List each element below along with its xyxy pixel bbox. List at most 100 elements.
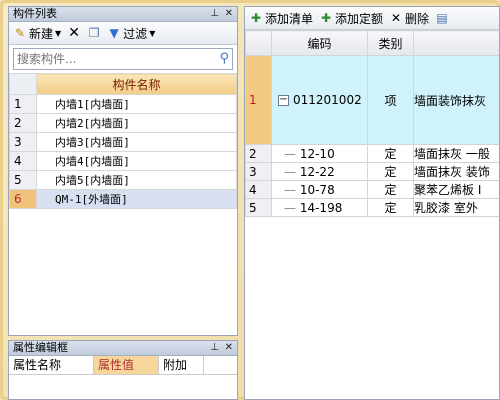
name-cell[interactable]: 乳胶漆 室外	[413, 198, 499, 217]
row-index: 6	[9, 189, 37, 209]
component-name-header[interactable]: 构件名称	[36, 73, 237, 95]
code-cell[interactable]: — 12-10	[271, 144, 368, 163]
property-columns: 属性名称 属性值 附加	[9, 356, 237, 375]
tree-line-icon: —	[284, 200, 296, 215]
table-row[interactable]: 2 内墙2[内墙面]	[9, 113, 237, 133]
code-text: 12-22	[299, 164, 335, 179]
row-index: 3	[9, 132, 37, 152]
tree-line-icon: —	[284, 182, 296, 197]
row-index: 1	[245, 55, 272, 145]
category-cell[interactable]: 定	[367, 144, 414, 163]
add-list-label: 添加清单	[265, 11, 314, 26]
row-index: 5	[9, 170, 37, 190]
component-name[interactable]: 内墙3[内墙面]	[36, 132, 237, 152]
code-text: 14-198	[299, 200, 343, 215]
items-panel: ✚ 添加清单 ✚ 添加定额 ✕ 删除 ▤ 编码 类别 1 −011201002 …	[244, 6, 500, 400]
row-index: 2	[9, 113, 37, 133]
component-name[interactable]: 内墙2[内墙面]	[36, 113, 237, 133]
table-row-selected[interactable]: 6 QM-1[外墙面]	[9, 189, 237, 209]
row-index: 2	[245, 144, 272, 163]
row-index: 4	[245, 180, 272, 199]
add-quota-button[interactable]: ✚ 添加定额	[319, 10, 383, 27]
search-icon[interactable]: ⚲	[219, 51, 229, 66]
tree-line-icon: —	[284, 164, 296, 179]
chevron-down-icon: ▼	[55, 28, 62, 38]
code-cell[interactable]: — 14-198	[271, 198, 368, 217]
add-list-icon: ✚	[250, 11, 262, 25]
category-header[interactable]: 类别	[367, 30, 414, 56]
category-cell[interactable]: 定	[367, 198, 414, 217]
row-index: 4	[9, 151, 37, 171]
component-toolbar: ✎ 新建 ▼ ✕ ❐ ▼ 过滤 ▼	[9, 22, 237, 45]
code-cell[interactable]: — 12-22	[271, 162, 368, 181]
delete-label: 删除	[405, 11, 430, 26]
name-cell[interactable]: 墙面抹灰 一般	[413, 144, 499, 163]
component-table: 构件名称 1 内墙1[内墙面] 2 内墙2[内墙面] 3 内墙3[内墙面] 4 …	[9, 73, 237, 209]
row-index: 1	[9, 94, 37, 114]
property-extra-header[interactable]: 附加	[159, 356, 204, 374]
table-row[interactable]: 3 内墙3[内墙面]	[9, 132, 237, 152]
name-cell[interactable]: 聚苯乙烯板 Ⅰ	[413, 180, 499, 199]
search-input[interactable]	[14, 49, 209, 69]
component-name[interactable]: QM-1[外墙面]	[36, 189, 237, 209]
property-panel-title: 属性编辑框	[13, 341, 68, 354]
table-row[interactable]: 1 内墙1[内墙面]	[9, 94, 237, 114]
new-icon: ✎	[14, 26, 26, 40]
add-quota-icon: ✚	[320, 11, 332, 25]
code-text: 12-10	[299, 146, 335, 161]
name-header[interactable]	[413, 30, 499, 56]
name-cell[interactable]: 墙面抹灰 装饰	[413, 162, 499, 181]
close-icon[interactable]: ✕	[225, 341, 233, 355]
table-row-selected[interactable]: 1 −011201002 项 墙面装饰抹灰	[245, 55, 499, 145]
property-editor-panel: 属性编辑框 ⊥ ✕ 属性名称 属性值 附加	[8, 340, 238, 400]
filter-button-label: 过滤	[123, 26, 148, 41]
table-row[interactable]: 3 — 12-22 定 墙面抹灰 装饰	[245, 162, 499, 181]
index-header	[245, 30, 272, 56]
code-cell[interactable]: −011201002	[271, 55, 368, 145]
filter-icon: ▼	[109, 26, 119, 40]
table-row[interactable]: 4 内墙4[内墙面]	[9, 151, 237, 171]
close-icon[interactable]: ✕	[225, 7, 233, 21]
table-row[interactable]: 4 — 10-78 定 聚苯乙烯板 Ⅰ	[245, 180, 499, 199]
add-quota-label: 添加定额	[335, 11, 384, 26]
component-panel-title: 构件列表	[13, 7, 57, 20]
pin-icon[interactable]: ⊥	[210, 341, 219, 355]
copy-icon[interactable]: ❐	[87, 26, 101, 40]
table-row[interactable]: 5 内墙5[内墙面]	[9, 170, 237, 190]
items-toolbar: ✚ 添加清单 ✚ 添加定额 ✕ 删除 ▤	[245, 7, 499, 30]
component-name[interactable]: 内墙5[内墙面]	[36, 170, 237, 190]
row-index: 5	[245, 198, 272, 217]
items-table: 编码 类别 1 −011201002 项 墙面装饰抹灰 2 — 12-10 定 …	[245, 30, 499, 217]
query-icon[interactable]: ▤	[435, 11, 449, 25]
property-value-header[interactable]: 属性值	[94, 356, 159, 374]
name-cell[interactable]: 墙面装饰抹灰	[413, 55, 499, 145]
component-list-panel: 构件列表 ⊥ ✕ ✎ 新建 ▼ ✕ ❐ ▼ 过滤 ▼ ⚲ 构件名称 1	[8, 6, 238, 336]
delete-icon: ✕	[391, 11, 402, 25]
table-row[interactable]: 5 — 14-198 定 乳胶漆 室外	[245, 198, 499, 217]
search-box: ⚲	[13, 48, 233, 70]
add-list-button[interactable]: ✚ 添加清单	[249, 10, 313, 27]
component-panel-header: 构件列表 ⊥ ✕	[9, 7, 237, 22]
table-row[interactable]: 2 — 12-10 定 墙面抹灰 一般	[245, 144, 499, 163]
category-cell[interactable]: 定	[367, 180, 414, 199]
delete-icon[interactable]: ✕	[67, 26, 81, 40]
code-text: 10-78	[299, 182, 335, 197]
code-cell[interactable]: — 10-78	[271, 180, 368, 199]
category-cell[interactable]: 定	[367, 162, 414, 181]
component-name[interactable]: 内墙4[内墙面]	[36, 151, 237, 171]
component-name[interactable]: 内墙1[内墙面]	[36, 94, 237, 114]
row-index: 3	[245, 162, 272, 181]
tree-line-icon: —	[284, 146, 296, 161]
new-button[interactable]: ✎ 新建 ▼	[13, 25, 61, 42]
index-header	[9, 73, 37, 95]
property-panel-header: 属性编辑框 ⊥ ✕	[9, 341, 237, 356]
delete-item-button[interactable]: ✕ 删除	[389, 10, 429, 27]
filter-button[interactable]: ▼ 过滤 ▼	[107, 25, 156, 42]
code-header[interactable]: 编码	[271, 30, 368, 56]
property-name-header[interactable]: 属性名称	[9, 356, 94, 374]
code-text: 011201002	[293, 93, 362, 107]
pin-icon[interactable]: ⊥	[210, 7, 219, 21]
category-cell[interactable]: 项	[367, 55, 414, 145]
new-button-label: 新建	[29, 26, 54, 41]
collapse-icon[interactable]: −	[278, 95, 289, 106]
